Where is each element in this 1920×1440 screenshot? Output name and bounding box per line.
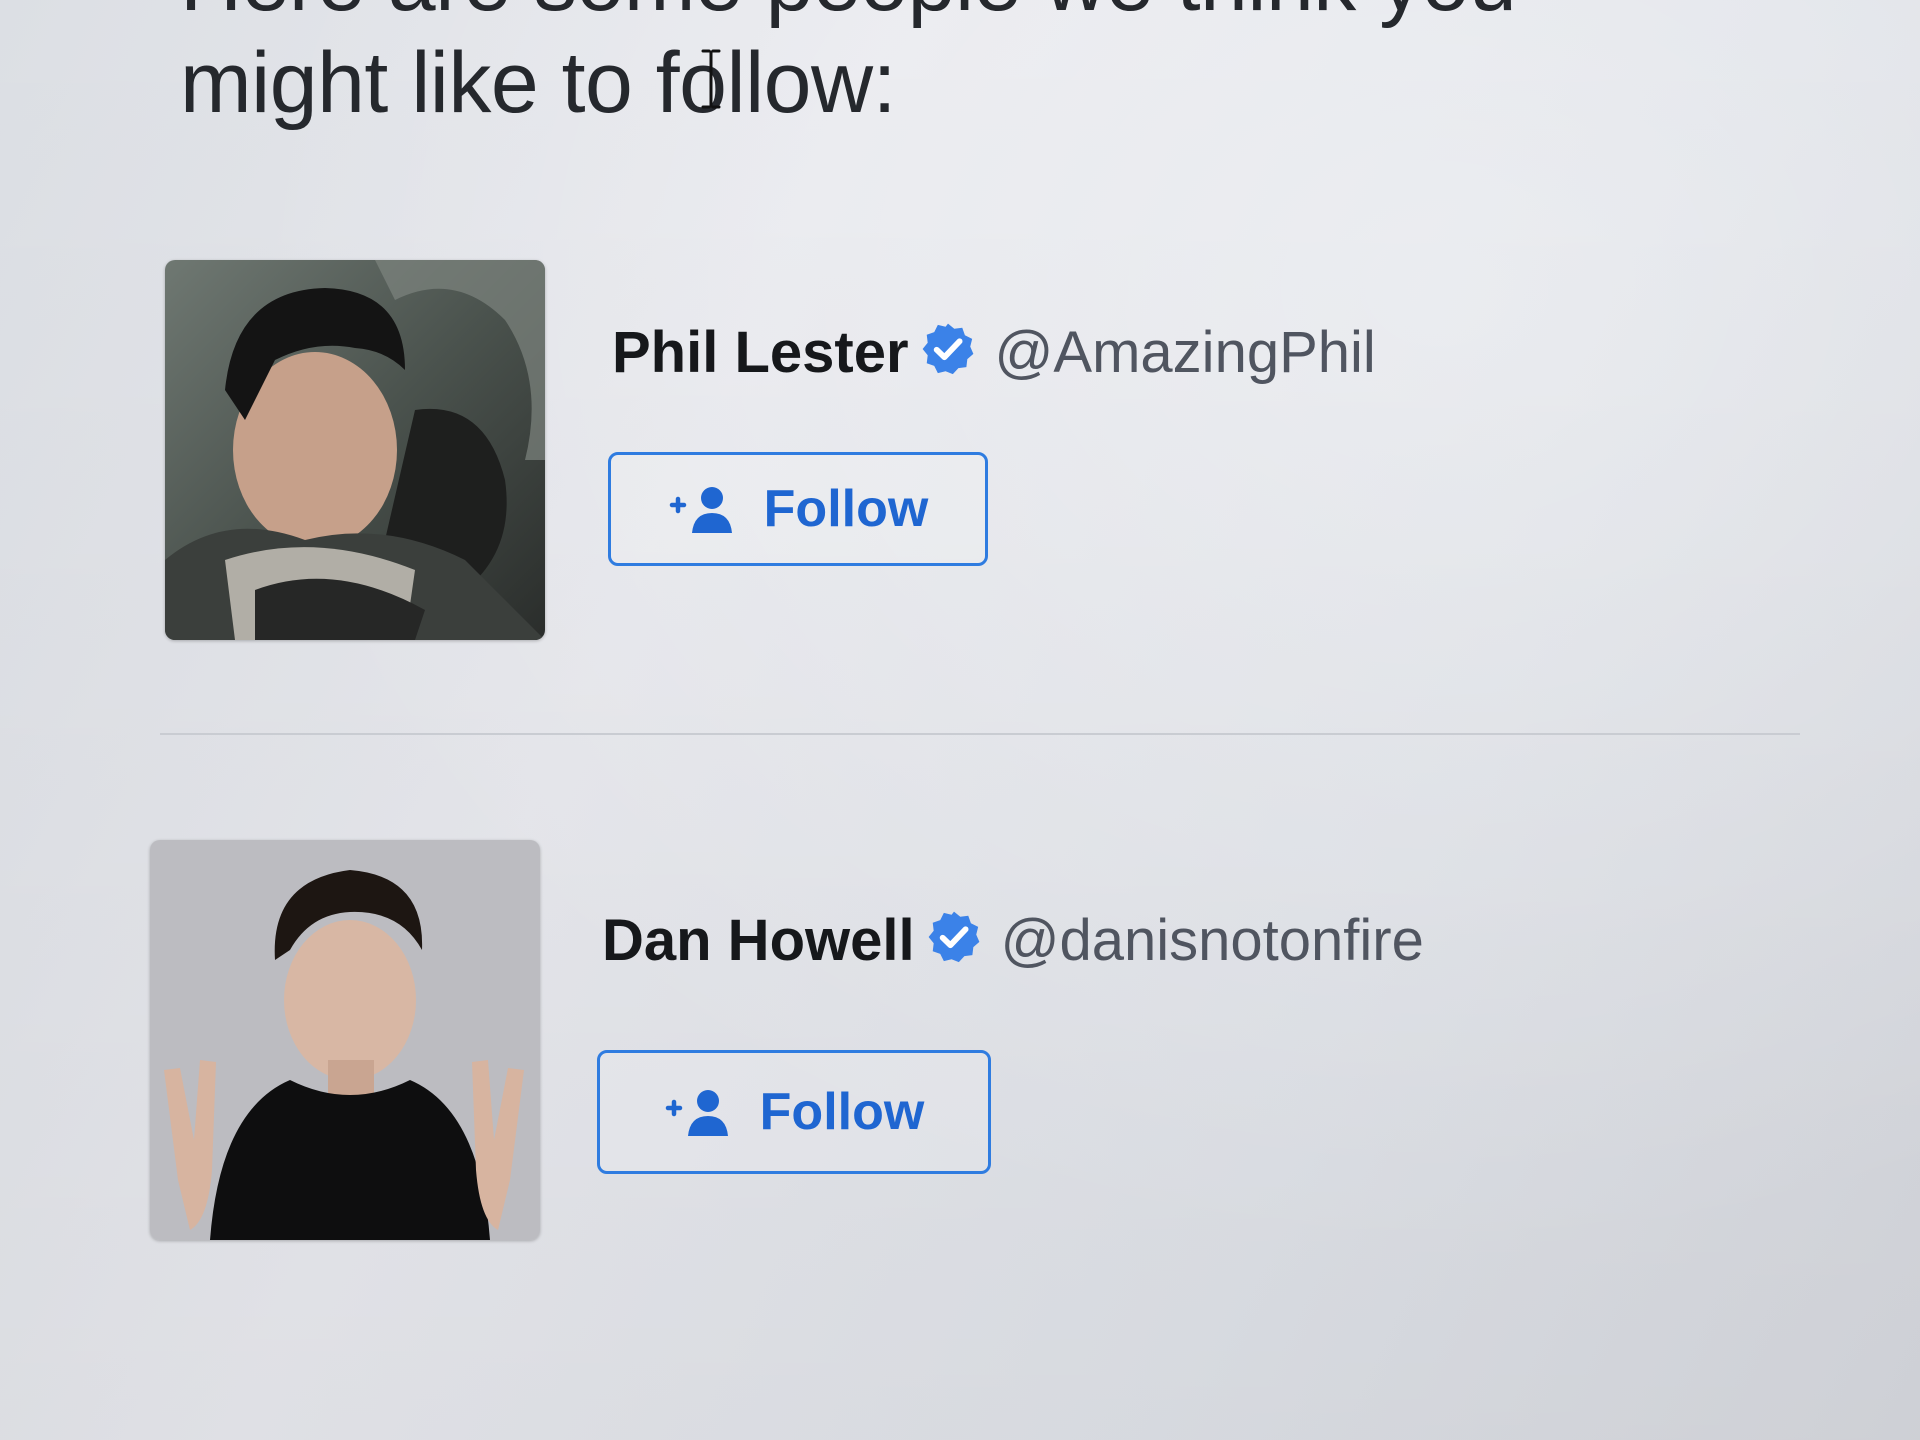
display-name[interactable]: Phil Lester <box>612 320 909 385</box>
user-handle[interactable]: @AmazingPhil <box>995 320 1376 385</box>
follow-button[interactable]: Follow <box>597 1050 991 1174</box>
display-name[interactable]: Dan Howell <box>602 908 915 973</box>
user-handle[interactable]: @danisnotonfire <box>1001 908 1424 973</box>
follow-button[interactable]: Follow <box>608 452 988 566</box>
heading-line-1: Here are some people we think you <box>180 0 1517 32</box>
user-identity: Dan Howell @danisnotonfire <box>602 906 1424 976</box>
suggestion-card: Dan Howell @danisnotonfire Follow <box>0 830 1920 1250</box>
add-user-icon <box>665 1090 728 1136</box>
add-user-icon <box>669 487 732 533</box>
avatar[interactable] <box>165 260 545 640</box>
suggestions-heading: Here are some people we think you might … <box>180 0 1517 134</box>
user-identity: Phil Lester @AmazingPhil <box>612 318 1376 388</box>
text-cursor-icon <box>701 49 721 109</box>
heading-line-2: might like to follow: <box>180 35 897 131</box>
verified-badge-icon <box>922 323 973 375</box>
follow-button-label: Follow <box>759 1083 925 1141</box>
divider <box>160 733 1800 735</box>
follow-button-label: Follow <box>763 480 929 538</box>
avatar[interactable] <box>150 840 540 1240</box>
suggestion-card: Phil Lester @AmazingPhil Follow <box>0 250 1920 670</box>
verified-badge-icon <box>928 911 979 963</box>
